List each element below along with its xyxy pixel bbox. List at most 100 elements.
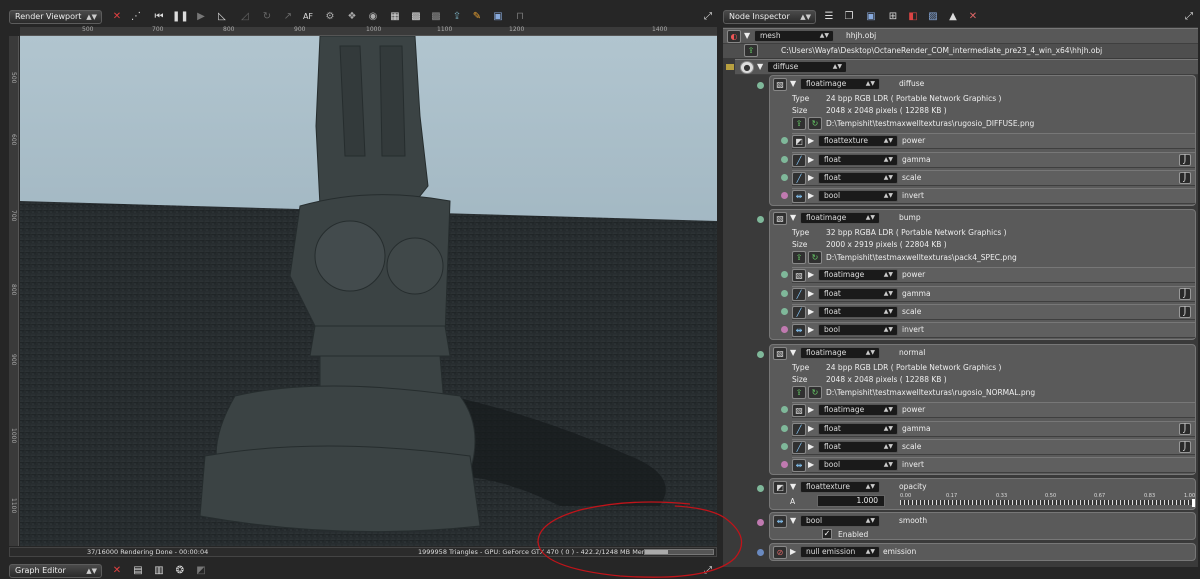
slider-handle[interactable] [1192, 499, 1195, 507]
expand-triangle-icon[interactable]: ▼ [790, 482, 796, 491]
save-icon[interactable]: ▨ [925, 10, 941, 24]
emission-block: ⊘ ▶ null emission ▲▼ emission [757, 543, 1196, 561]
expand-triangle-icon[interactable]: ▶ [808, 307, 814, 316]
param-type-dropdown[interactable]: float ▲▼ [818, 441, 898, 453]
expand-triangle-icon[interactable]: ▶ [808, 460, 814, 469]
expand-triangle-icon[interactable]: ▶ [808, 173, 814, 182]
play-icon[interactable]: ▶ [193, 10, 209, 24]
param-type-dropdown[interactable]: floatimage ▲▼ [818, 269, 898, 281]
region-icon[interactable]: ⋰ [128, 10, 144, 24]
checker-icon[interactable]: ▩ [408, 10, 424, 24]
opacity-type-dropdown[interactable]: floattexture ▲▼ [800, 481, 880, 493]
param-type-dropdown[interactable]: float ▲▼ [818, 288, 898, 300]
param-type-dropdown[interactable]: floattexture ▲▼ [818, 135, 898, 147]
expand-triangle-icon[interactable]: ▶ [808, 289, 814, 298]
param-type-dropdown[interactable]: float ▲▼ [818, 423, 898, 435]
opacity-value-field[interactable]: 1.000 [817, 495, 885, 507]
settings-icon[interactable]: ⊞ [885, 10, 901, 24]
param-type-dropdown[interactable]: floatimage ▲▼ [818, 404, 898, 416]
lock-icon[interactable]: ⊓ [512, 10, 528, 24]
inspector-selector[interactable]: Node Inspector ▲▼ [723, 10, 816, 24]
image-export-icon[interactable]: ▲ [945, 10, 961, 24]
load-file-icon[interactable]: ⇪ [792, 117, 806, 130]
rewind-icon[interactable]: ⏮ [151, 10, 167, 24]
export-icon[interactable]: ⇪ [449, 10, 465, 24]
mesh-type-dropdown[interactable]: mesh ▲▼ [754, 30, 834, 42]
render-image[interactable] [20, 36, 717, 546]
expand-triangle-icon[interactable]: ▶ [808, 405, 814, 414]
expand-triangle-icon[interactable]: ▼ [790, 213, 796, 222]
reset-icon[interactable]: ✕ [109, 10, 125, 24]
curve-icon[interactable]: ⌡ [1179, 172, 1191, 184]
smooth-type-dropdown[interactable]: bool ▲▼ [800, 515, 880, 527]
reset-icon[interactable]: ✕ [109, 564, 125, 578]
curve-icon[interactable]: ⌡ [1179, 306, 1191, 318]
param-type-dropdown[interactable]: bool ▲▼ [818, 190, 898, 202]
expand-triangle-icon[interactable]: ▼ [757, 62, 763, 71]
reload-icon[interactable]: ↻ [808, 117, 822, 130]
clapper-icon[interactable]: ▥ [151, 564, 167, 578]
expand-triangle-icon[interactable]: ▶ [808, 136, 814, 145]
curve-icon[interactable]: ⌡ [1179, 288, 1191, 300]
curve-icon[interactable]: ⌡ [1179, 154, 1191, 166]
texture-type-dropdown[interactable]: floatimage ▲▼ [800, 78, 880, 90]
grid-icon[interactable]: ▦ [387, 10, 403, 24]
param-type-dropdown[interactable]: float ▲▼ [818, 306, 898, 318]
reload-icon[interactable]: ↻ [808, 386, 822, 399]
grey-icon[interactable]: ▩ [428, 10, 444, 24]
expand-triangle-icon[interactable]: ▶ [808, 191, 814, 200]
reload-icon[interactable]: ↻ [808, 251, 822, 264]
expand-triangle-icon[interactable]: ▶ [808, 325, 814, 334]
param-type-dropdown[interactable]: float ▲▼ [818, 172, 898, 184]
expand-triangle-icon[interactable]: ▼ [744, 31, 750, 40]
diffuse-texture-block: ▧ ▼ floatimage ▲▼ diffuse Type 24 bpp RGB… [757, 75, 1196, 206]
graph-editor-selector[interactable]: Graph Editor ▲▼ [9, 564, 102, 578]
tool-icon[interactable]: ◩ [193, 564, 209, 578]
af-button[interactable]: AF [300, 10, 316, 24]
material-type-dropdown[interactable]: diffuse ▲▼ [767, 61, 847, 73]
expand-triangle-icon[interactable]: ▶ [808, 424, 814, 433]
cube-icon[interactable]: ❖ [344, 10, 360, 24]
list-icon[interactable]: ☰ [821, 10, 837, 24]
opacity-slider[interactable]: 0.00 0.17 0.33 0.50 0.67 0.83 1.00 [900, 493, 1195, 508]
image-texture-icon: ▧ [773, 78, 787, 91]
curve-icon[interactable]: ⌡ [1179, 441, 1191, 453]
viewport-selector[interactable]: Render Viewport ▲▼ [9, 10, 102, 24]
expand-triangle-icon[interactable]: ▶ [808, 155, 814, 164]
focus-pick-icon[interactable]: ◺ [214, 10, 230, 24]
maximize-icon[interactable]: ⤢ [700, 10, 716, 24]
maximize-icon[interactable]: ⤢ [1181, 10, 1197, 24]
expand-triangle-icon[interactable]: ▶ [808, 270, 814, 279]
expand-triangle-icon[interactable]: ▶ [790, 547, 796, 556]
film-icon[interactable]: ▤ [130, 564, 146, 578]
load-file-icon[interactable]: ⇪ [792, 251, 806, 264]
clay-icon[interactable]: ✎ [469, 10, 485, 24]
image-icon[interactable]: ▣ [490, 10, 506, 24]
curve-icon[interactable]: ⌡ [1179, 423, 1191, 435]
render-target-icon[interactable]: ◧ [905, 10, 921, 24]
windows-icon[interactable]: ❐ [841, 10, 857, 24]
param-type-dropdown[interactable]: bool ▲▼ [818, 459, 898, 471]
expand-triangle-icon[interactable]: ▼ [790, 348, 796, 357]
file-icon[interactable]: ⇪ [744, 44, 758, 57]
ruler-label: 700 [152, 26, 164, 33]
expand-triangle-icon[interactable]: ▶ [808, 442, 814, 451]
node-icon[interactable]: ❂ [172, 564, 188, 578]
texture-type-dropdown[interactable]: floatimage ▲▼ [800, 212, 880, 224]
clear-icon[interactable]: ✕ [965, 10, 981, 24]
expand-triangle-icon[interactable]: ▼ [790, 516, 796, 525]
emission-type-dropdown[interactable]: null emission ▲▼ [800, 546, 880, 558]
enabled-checkbox[interactable]: ✓ [822, 529, 832, 539]
param-type-dropdown[interactable]: float ▲▼ [818, 154, 898, 166]
expand-triangle-icon[interactable]: ▼ [790, 79, 796, 88]
globe-icon[interactable]: ◉ [365, 10, 381, 24]
texture-type-dropdown[interactable]: floatimage ▲▼ [800, 347, 880, 359]
load-file-icon[interactable]: ⇪ [792, 386, 806, 399]
picture-icon[interactable]: ▣ [863, 10, 879, 24]
param-type-dropdown[interactable]: bool ▲▼ [818, 324, 898, 336]
pick-icon[interactable]: ↗ [280, 10, 296, 24]
refresh-icon[interactable]: ↻ [259, 10, 275, 24]
pause-icon[interactable]: ❚❚ [172, 10, 189, 24]
ae-icon[interactable]: ◿ [237, 10, 253, 24]
sphere-icon[interactable]: ⚙ [322, 10, 338, 24]
